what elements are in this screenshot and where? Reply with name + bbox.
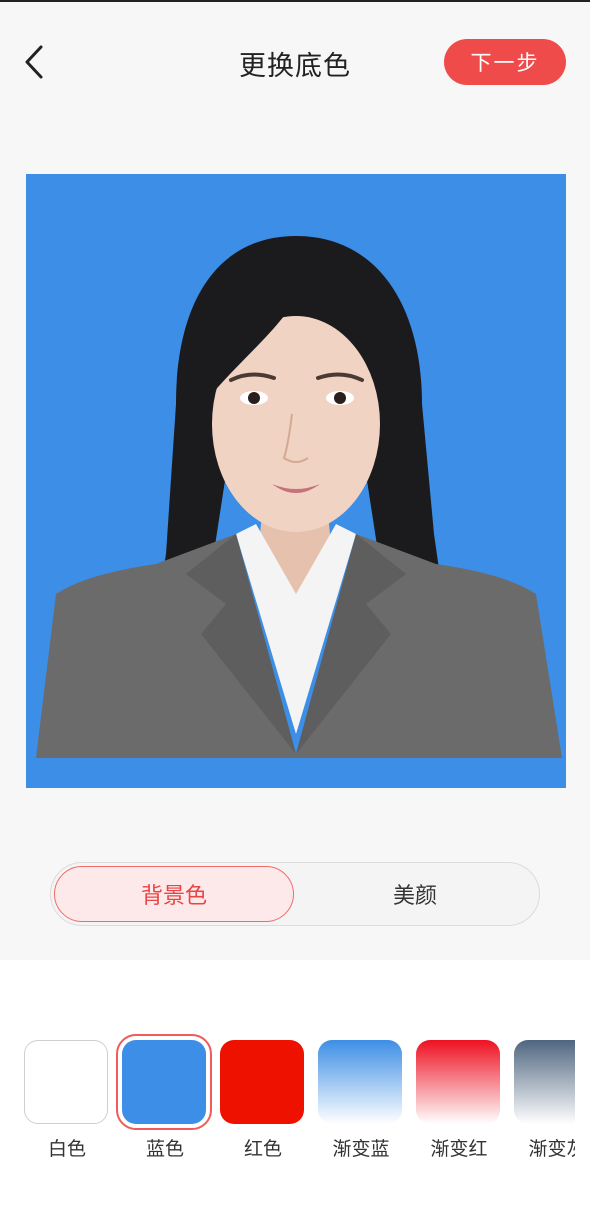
- swatch-chip: [24, 1040, 108, 1124]
- swatch-chip: [318, 1040, 402, 1124]
- mode-segmented-control: 背景色 美颜: [50, 862, 540, 926]
- swatch-label: 红色: [243, 1138, 282, 1160]
- swatch-red[interactable]: 红色: [220, 1040, 304, 1160]
- id-photo-preview: [26, 174, 566, 788]
- swatch-chip: [416, 1040, 500, 1124]
- swatch-gradient-blue[interactable]: 渐变蓝: [318, 1040, 402, 1160]
- tab-beauty[interactable]: 美颜: [295, 866, 535, 922]
- swatch-gradient-red[interactable]: 渐变红: [416, 1040, 500, 1160]
- color-swatch-panel: 白色 蓝色 红色 渐变蓝 渐变红 渐变灰: [0, 960, 590, 1230]
- swatch-gradient-gray[interactable]: 渐变灰: [514, 1040, 575, 1160]
- swatch-chip: [514, 1040, 575, 1124]
- swatch-chip: [220, 1040, 304, 1124]
- portrait-image: [26, 236, 566, 788]
- swatch-chip: [116, 1034, 212, 1130]
- swatch-blue[interactable]: 蓝色: [116, 1034, 212, 1160]
- swatch-label: 蓝色: [145, 1138, 184, 1160]
- swatch-white[interactable]: 白色: [24, 1040, 108, 1160]
- swatch-label: 渐变灰: [528, 1138, 575, 1160]
- swatch-list: 白色 蓝色 红色 渐变蓝 渐变红 渐变灰: [0, 960, 575, 1230]
- next-step-button[interactable]: 下一步: [444, 39, 566, 85]
- swatch-label: 白色: [47, 1138, 86, 1160]
- swatch-label: 渐变蓝: [332, 1138, 390, 1160]
- swatch-label: 渐变红: [430, 1138, 488, 1160]
- tab-background-color[interactable]: 背景色: [54, 866, 294, 922]
- top-bar: 更换底色 下一步: [0, 2, 590, 120]
